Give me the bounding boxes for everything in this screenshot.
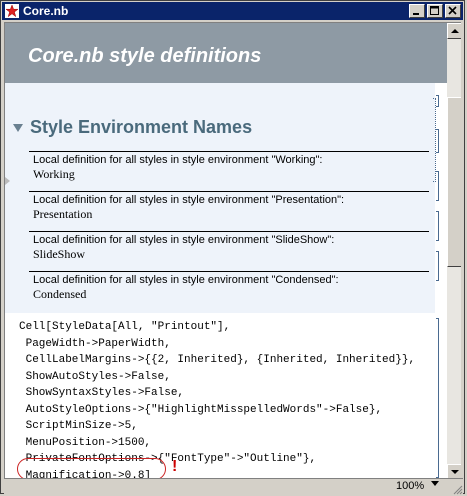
zoom-dropdown-icon[interactable] <box>431 481 439 486</box>
title-bar[interactable]: Core.nb <box>2 2 463 20</box>
code-line: ShowAutoStyles->False, <box>19 370 171 383</box>
cell-bracket[interactable] <box>436 251 439 281</box>
code-line: PageWidth->PaperWidth, <box>19 337 171 350</box>
style-cell-condensed[interactable]: Local definition for all styles in style… <box>29 271 429 302</box>
notebook-title: Core.nb style definitions <box>28 45 262 67</box>
status-bar: 100% <box>4 478 463 495</box>
cell-description: Local definition for all styles in style… <box>33 274 339 286</box>
cell-style-name: SlideShow <box>33 247 86 261</box>
cell-bracket[interactable] <box>436 95 439 107</box>
header-cell[interactable]: Core.nb style definitions <box>5 23 447 83</box>
code-line: Cell[StyleData[All, "Printout"], <box>19 321 231 333</box>
code-line: CellLabelMargins->{{2, Inherited}, {Inhe… <box>19 354 416 366</box>
window-title: Core.nb <box>23 4 69 18</box>
close-button[interactable] <box>445 4 461 18</box>
arrow-down-icon <box>451 470 459 474</box>
cell-bracket[interactable] <box>436 171 439 201</box>
style-environment-section[interactable]: Style Environment Names Local definition… <box>5 83 435 313</box>
mathematica-star-icon <box>5 4 19 18</box>
vertical-scrollbar[interactable] <box>447 23 461 479</box>
resize-grip-icon[interactable] <box>451 483 463 495</box>
scroll-thumb[interactable] <box>447 97 461 267</box>
code-line: MenuPosition->1500, <box>19 436 152 449</box>
cell-divider <box>29 271 429 272</box>
minimize-button[interactable] <box>409 4 425 18</box>
cell-divider <box>29 231 429 232</box>
minimize-icon <box>413 13 419 15</box>
cell-insertion-marker <box>5 177 10 185</box>
section-title: Style Environment Names <box>30 117 253 137</box>
arrow-up-icon <box>451 29 459 33</box>
style-cell-working[interactable]: Local definition for all styles in style… <box>29 151 429 182</box>
cell-divider <box>29 151 429 152</box>
cell-description: Local definition for all styles in style… <box>33 234 335 246</box>
code-line: AutoStyleOptions->{"HighlightMisspelledW… <box>19 403 383 416</box>
style-data-cell[interactable]: Cell[StyleData[All, "Printout"], PageWid… <box>5 313 435 479</box>
notebook-content[interactable]: Core.nb style definitions Style Environm… <box>4 22 461 479</box>
cell-style-name: Condensed <box>33 287 87 301</box>
style-cell-slideshow[interactable]: Local definition for all styles in style… <box>29 231 429 262</box>
close-icon <box>448 6 457 15</box>
cell-bracket[interactable] <box>436 129 439 153</box>
code-block[interactable]: Cell[StyleData[All, "Printout"], PageWid… <box>19 319 415 479</box>
maximize-icon <box>430 6 439 15</box>
highlight-oval <box>17 458 166 479</box>
notebook-window: Core.nb Core.nb style definitions Style … <box>0 0 465 495</box>
cell-style-name: Presentation <box>33 207 93 221</box>
scroll-down-button[interactable] <box>447 464 461 479</box>
style-cell-presentation[interactable]: Local definition for all styles in style… <box>29 191 429 222</box>
maximize-button[interactable] <box>427 4 443 18</box>
collapse-triangle-icon[interactable] <box>13 124 23 132</box>
exclamation-mark: ! <box>172 458 178 475</box>
code-line: ShowSyntaxStyles->False, <box>19 387 185 399</box>
cell-bracket[interactable] <box>436 318 439 478</box>
cell-description: Local definition for all styles in style… <box>33 194 345 206</box>
scroll-up-button[interactable] <box>447 23 461 39</box>
cell-divider <box>29 191 429 192</box>
cell-style-name: Working <box>33 167 75 181</box>
code-line: ScriptMinSize->5, <box>19 420 138 432</box>
cell-bracket[interactable] <box>436 211 439 241</box>
zoom-level[interactable]: 100% <box>396 480 424 492</box>
cell-description: Local definition for all styles in style… <box>33 154 323 166</box>
